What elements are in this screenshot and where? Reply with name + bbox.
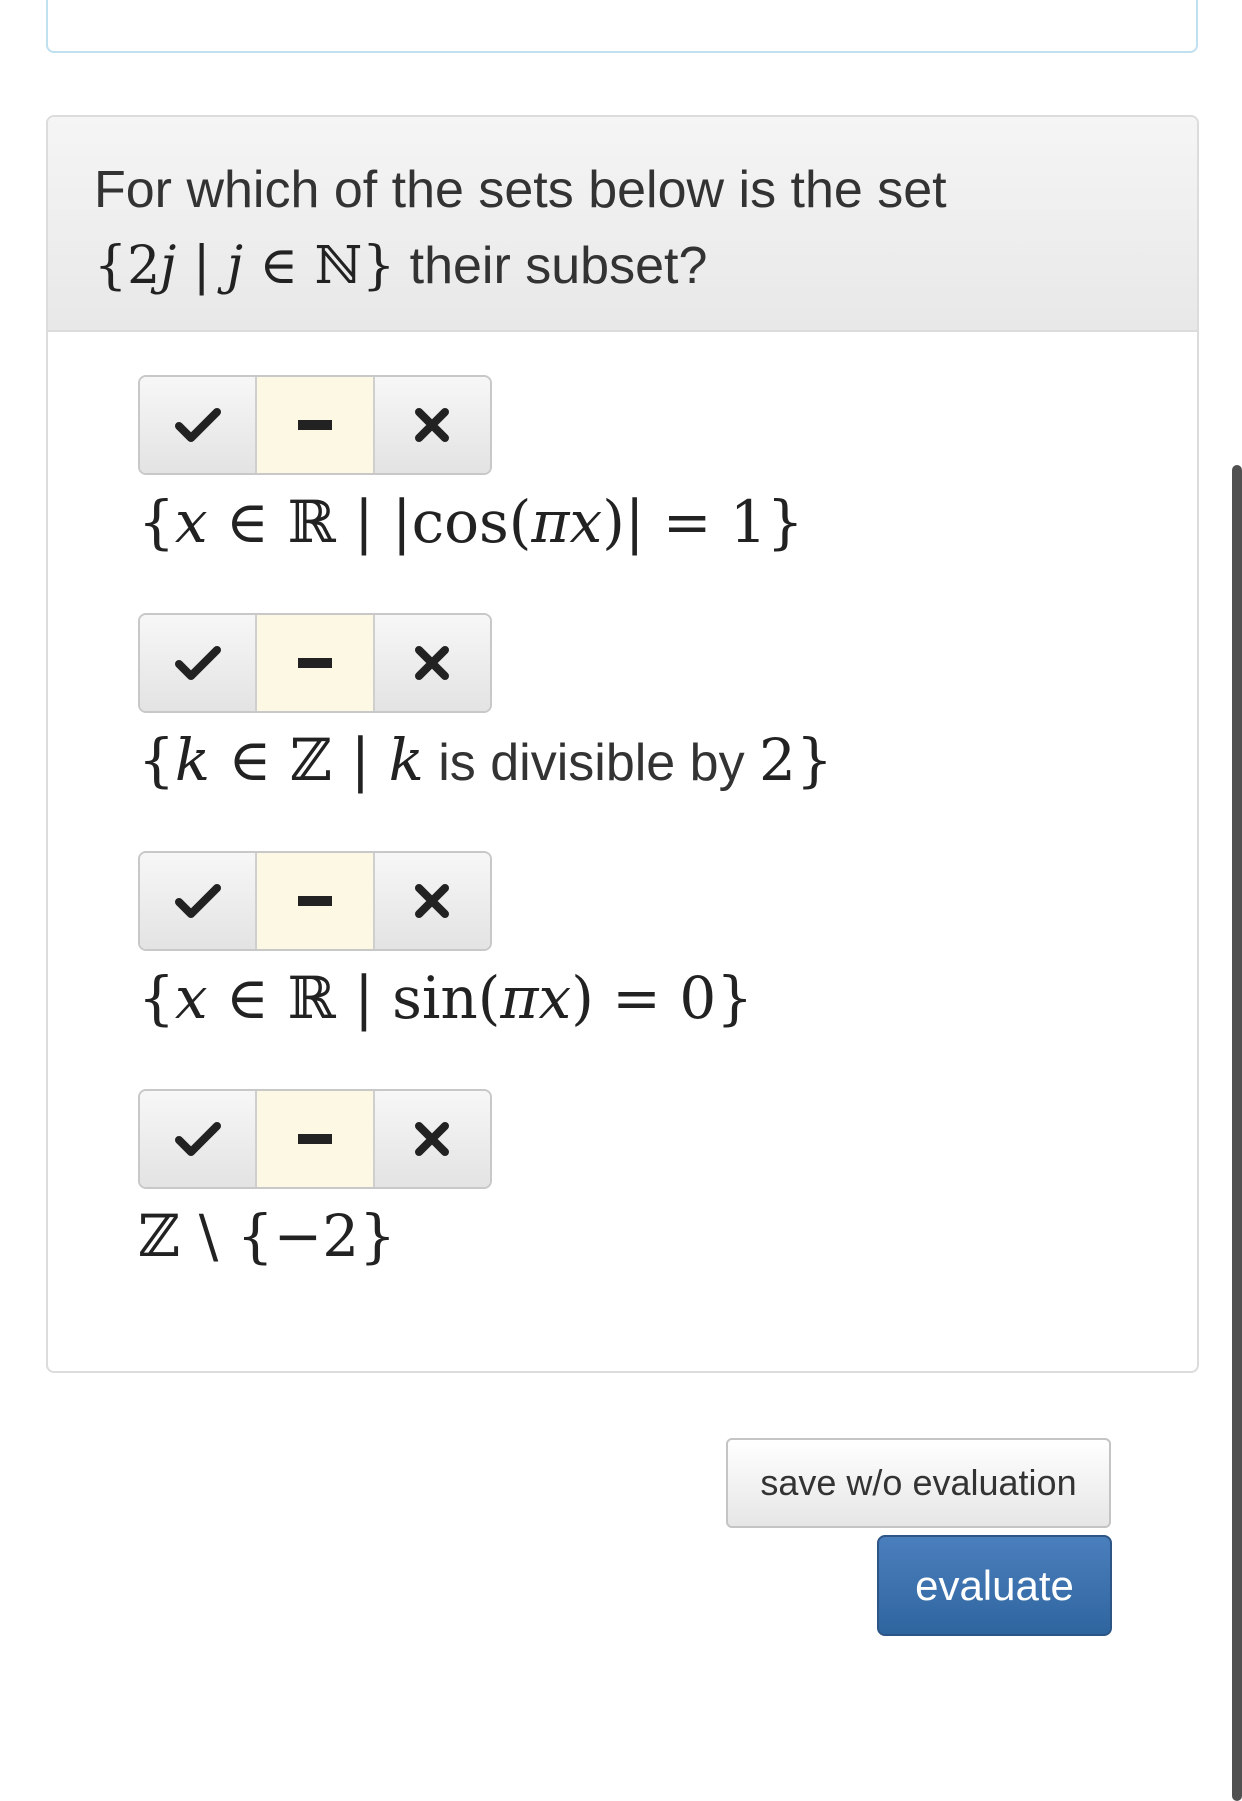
cross-icon xyxy=(415,408,450,442)
option-3-label: {x ∈ ℝ | sin(πx) = 0} xyxy=(138,964,754,1032)
option-2-label: {k ∈ ℤ | k is divisible by 2} xyxy=(138,726,833,794)
option-1-label: {x ∈ ℝ | |cos(πx)| = 1} xyxy=(138,488,804,556)
question-text-suffix: their subset? xyxy=(395,237,708,295)
option-2-neutral-button[interactable] xyxy=(257,615,375,711)
evaluate-button[interactable]: evaluate xyxy=(877,1535,1112,1636)
cross-icon xyxy=(415,884,450,918)
option-3-toggle-group xyxy=(138,851,492,951)
option-2-toggle-group xyxy=(138,613,492,713)
option-3: {x ∈ ℝ | sin(πx) = 0} xyxy=(138,851,1038,1051)
option-2: {k ∈ ℤ | k is divisible by 2} xyxy=(138,613,1038,813)
option-4-neutral-button[interactable] xyxy=(257,1091,375,1187)
dash-icon xyxy=(297,420,332,430)
check-icon xyxy=(174,408,221,442)
dash-icon xyxy=(297,896,332,906)
question-set-math: {2j | j ∈ ℕ} xyxy=(94,236,396,296)
previous-panel xyxy=(46,0,1198,53)
option-2-yes-button[interactable] xyxy=(140,615,258,711)
option-4-toggle-group xyxy=(138,1089,492,1189)
option-1-neutral-button[interactable] xyxy=(257,377,375,473)
check-icon xyxy=(174,884,221,918)
option-1-toggle-group xyxy=(138,375,492,475)
option-1: {x ∈ ℝ | |cos(πx)| = 1} xyxy=(138,375,1038,575)
option-3-yes-button[interactable] xyxy=(140,853,258,949)
option-4-no-button[interactable] xyxy=(374,1091,490,1187)
dash-icon xyxy=(297,1134,332,1144)
cross-icon xyxy=(415,1122,450,1156)
save-without-evaluation-button[interactable]: save w/o evaluation xyxy=(726,1438,1111,1528)
check-icon xyxy=(174,1122,221,1156)
question-text-prefix: For which of the sets below is the set xyxy=(94,161,947,219)
cross-icon xyxy=(415,646,450,680)
option-2-no-button[interactable] xyxy=(374,615,490,711)
option-3-neutral-button[interactable] xyxy=(257,853,375,949)
question-header: For which of the sets below is the set {… xyxy=(48,117,1197,332)
option-1-yes-button[interactable] xyxy=(140,377,258,473)
check-icon xyxy=(174,646,221,680)
scrollbar[interactable] xyxy=(1232,465,1242,1801)
option-4-label: ℤ \ {−2} xyxy=(138,1202,397,1270)
dash-icon xyxy=(297,658,332,668)
option-4: ℤ \ {−2} xyxy=(138,1089,1038,1289)
option-3-no-button[interactable] xyxy=(374,853,490,949)
option-4-yes-button[interactable] xyxy=(140,1091,258,1187)
option-1-no-button[interactable] xyxy=(374,377,490,473)
